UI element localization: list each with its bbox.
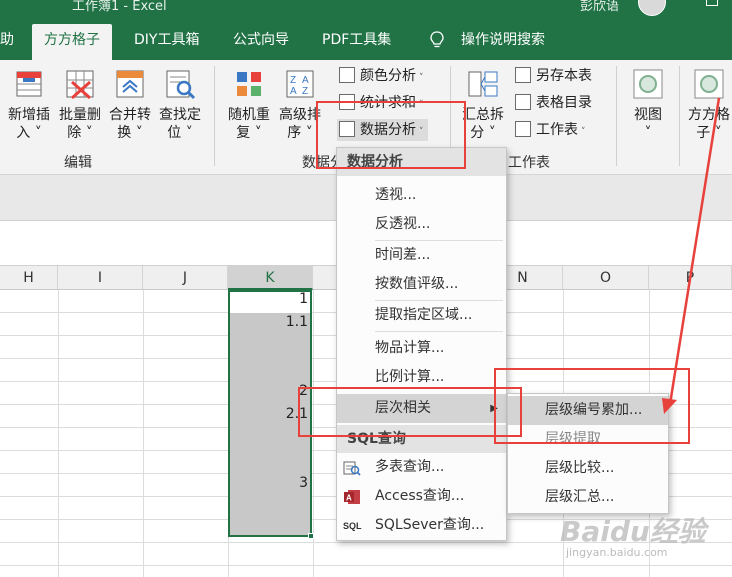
access-icon: A <box>344 490 360 504</box>
column-header-k[interactable]: K <box>228 266 313 290</box>
group-label-edit: 编辑 <box>64 155 92 171</box>
svg-text:A: A <box>346 494 352 503</box>
tab-ffgz[interactable]: 方方格子 <box>32 24 112 60</box>
group-label-worksheet: 工作表 <box>508 155 550 171</box>
table-row <box>0 566 732 577</box>
view-button[interactable]: 视图 ˅ <box>626 68 670 142</box>
menu-item-access-query[interactable]: A Access查询... <box>337 482 506 511</box>
menu-item-multi-table-query[interactable]: 多表查询... <box>337 453 506 482</box>
find-locate-button[interactable]: 查找定 位 ˅ <box>156 68 204 142</box>
column-header-o[interactable]: O <box>563 266 649 290</box>
watermark-url: jingyan.baidu.com <box>566 546 668 559</box>
color-analysis-icon <box>339 67 355 83</box>
insert-rows-icon <box>13 68 45 100</box>
fill-handle[interactable] <box>308 533 314 539</box>
menu-item-sqlserver-query[interactable]: SQL SQLSever查询... <box>337 511 506 540</box>
table-directory-button[interactable]: 表格目录 <box>515 92 592 114</box>
menu-item-item-calc[interactable]: 物品计算... <box>337 334 506 363</box>
group-separator <box>214 66 215 166</box>
view-icon <box>632 68 664 100</box>
save-sheet-icon <box>515 67 531 83</box>
sql-icon: SQL <box>343 521 362 531</box>
tab-formula-wizard[interactable]: 公式向导 <box>233 26 289 60</box>
watermark-logo: Baidu经验 <box>560 515 706 548</box>
ffgz-icon <box>693 68 725 100</box>
svg-text:Z: Z <box>290 75 296 86</box>
window-title: 工作簿1 - Excel <box>72 0 167 14</box>
lightbulb-icon <box>430 31 444 48</box>
batch-delete-button[interactable]: 批量删 除 ˅ <box>56 68 104 142</box>
column-header-j[interactable]: J <box>143 266 228 290</box>
column-header-h[interactable]: H <box>0 266 58 290</box>
data-analysis-menu: 数据分析 透视... 反透视... 时间差... 按数值评级... 提取指定区域… <box>336 147 507 541</box>
svg-text:A: A <box>302 75 309 86</box>
cell-k-value[interactable]: 3 <box>228 475 308 491</box>
user-name[interactable]: 彭欣语 <box>580 0 619 14</box>
tell-me-search[interactable]: 操作说明搜索 <box>461 26 545 60</box>
menu-item-unpivot[interactable]: 反透视... <box>337 210 506 239</box>
menu-item-level-compare[interactable]: 层级比较... <box>508 454 668 483</box>
avatar[interactable] <box>638 0 666 16</box>
worksheet-button[interactable]: 工作表 ˅ <box>515 119 586 141</box>
menu-item-pivot[interactable]: 透视... <box>337 181 506 210</box>
ffgz-button[interactable]: 方方格 子 ˅ <box>686 68 732 142</box>
restore-window-icon[interactable] <box>706 0 718 6</box>
tab-pdf-tools[interactable]: PDF工具集 <box>322 26 391 60</box>
merge-convert-button[interactable]: 合并转 换 ˅ <box>106 68 154 142</box>
group-separator <box>679 66 680 166</box>
cell-k-value[interactable]: 1.1 <box>228 314 308 330</box>
svg-text:Z: Z <box>302 86 308 97</box>
cell-k-value[interactable]: 1 <box>228 291 308 307</box>
svg-text:A: A <box>290 86 297 97</box>
title-bar: 工作簿1 - Excel 彭欣语 <box>0 0 732 18</box>
column-header-i[interactable]: I <box>58 266 143 290</box>
ribbon-tabs: 助 方方格子 DIY工具箱 公式向导 PDF工具集 操作说明搜索 <box>0 18 732 60</box>
insert-button[interactable]: 新增插 入 ˅ <box>5 68 53 142</box>
summary-split-button[interactable]: 汇总拆 分 ˅ <box>460 68 506 142</box>
find-locate-icon <box>164 68 196 100</box>
color-analysis-button[interactable]: 颜色分析 ˅ <box>339 65 424 87</box>
sort-az-icon: ZAAZ <box>284 68 316 100</box>
menu-item-value-rating[interactable]: 按数值评级... <box>337 270 506 299</box>
random-repeat-button[interactable]: 随机重 复 ˅ <box>225 68 273 142</box>
cell-k-value[interactable]: 2 <box>228 383 308 399</box>
tab-diy-toolbox[interactable]: DIY工具箱 <box>134 26 199 60</box>
worksheet-icon <box>515 121 531 137</box>
summary-split-icon <box>467 68 499 100</box>
random-repeat-icon <box>233 68 265 100</box>
tab-help[interactable]: 助 <box>0 26 14 60</box>
annotation-box <box>494 368 690 444</box>
menu-item-extract-region[interactable]: 提取指定区域... <box>337 301 506 330</box>
annotation-box <box>316 101 466 169</box>
annotation-box <box>298 387 522 437</box>
menu-item-level-summary[interactable]: 层级汇总... <box>508 483 668 512</box>
merge-convert-icon <box>114 68 146 100</box>
multi-table-query-icon <box>343 461 361 476</box>
save-sheet-as-button[interactable]: 另存本表 <box>515 65 592 87</box>
table-directory-icon <box>515 94 531 110</box>
batch-delete-icon <box>64 68 96 100</box>
cell-k-value[interactable]: 2.1 <box>228 406 308 422</box>
group-separator <box>616 66 617 166</box>
menu-item-time-diff[interactable]: 时间差... <box>337 241 506 270</box>
column-header-p[interactable]: P <box>649 266 732 290</box>
